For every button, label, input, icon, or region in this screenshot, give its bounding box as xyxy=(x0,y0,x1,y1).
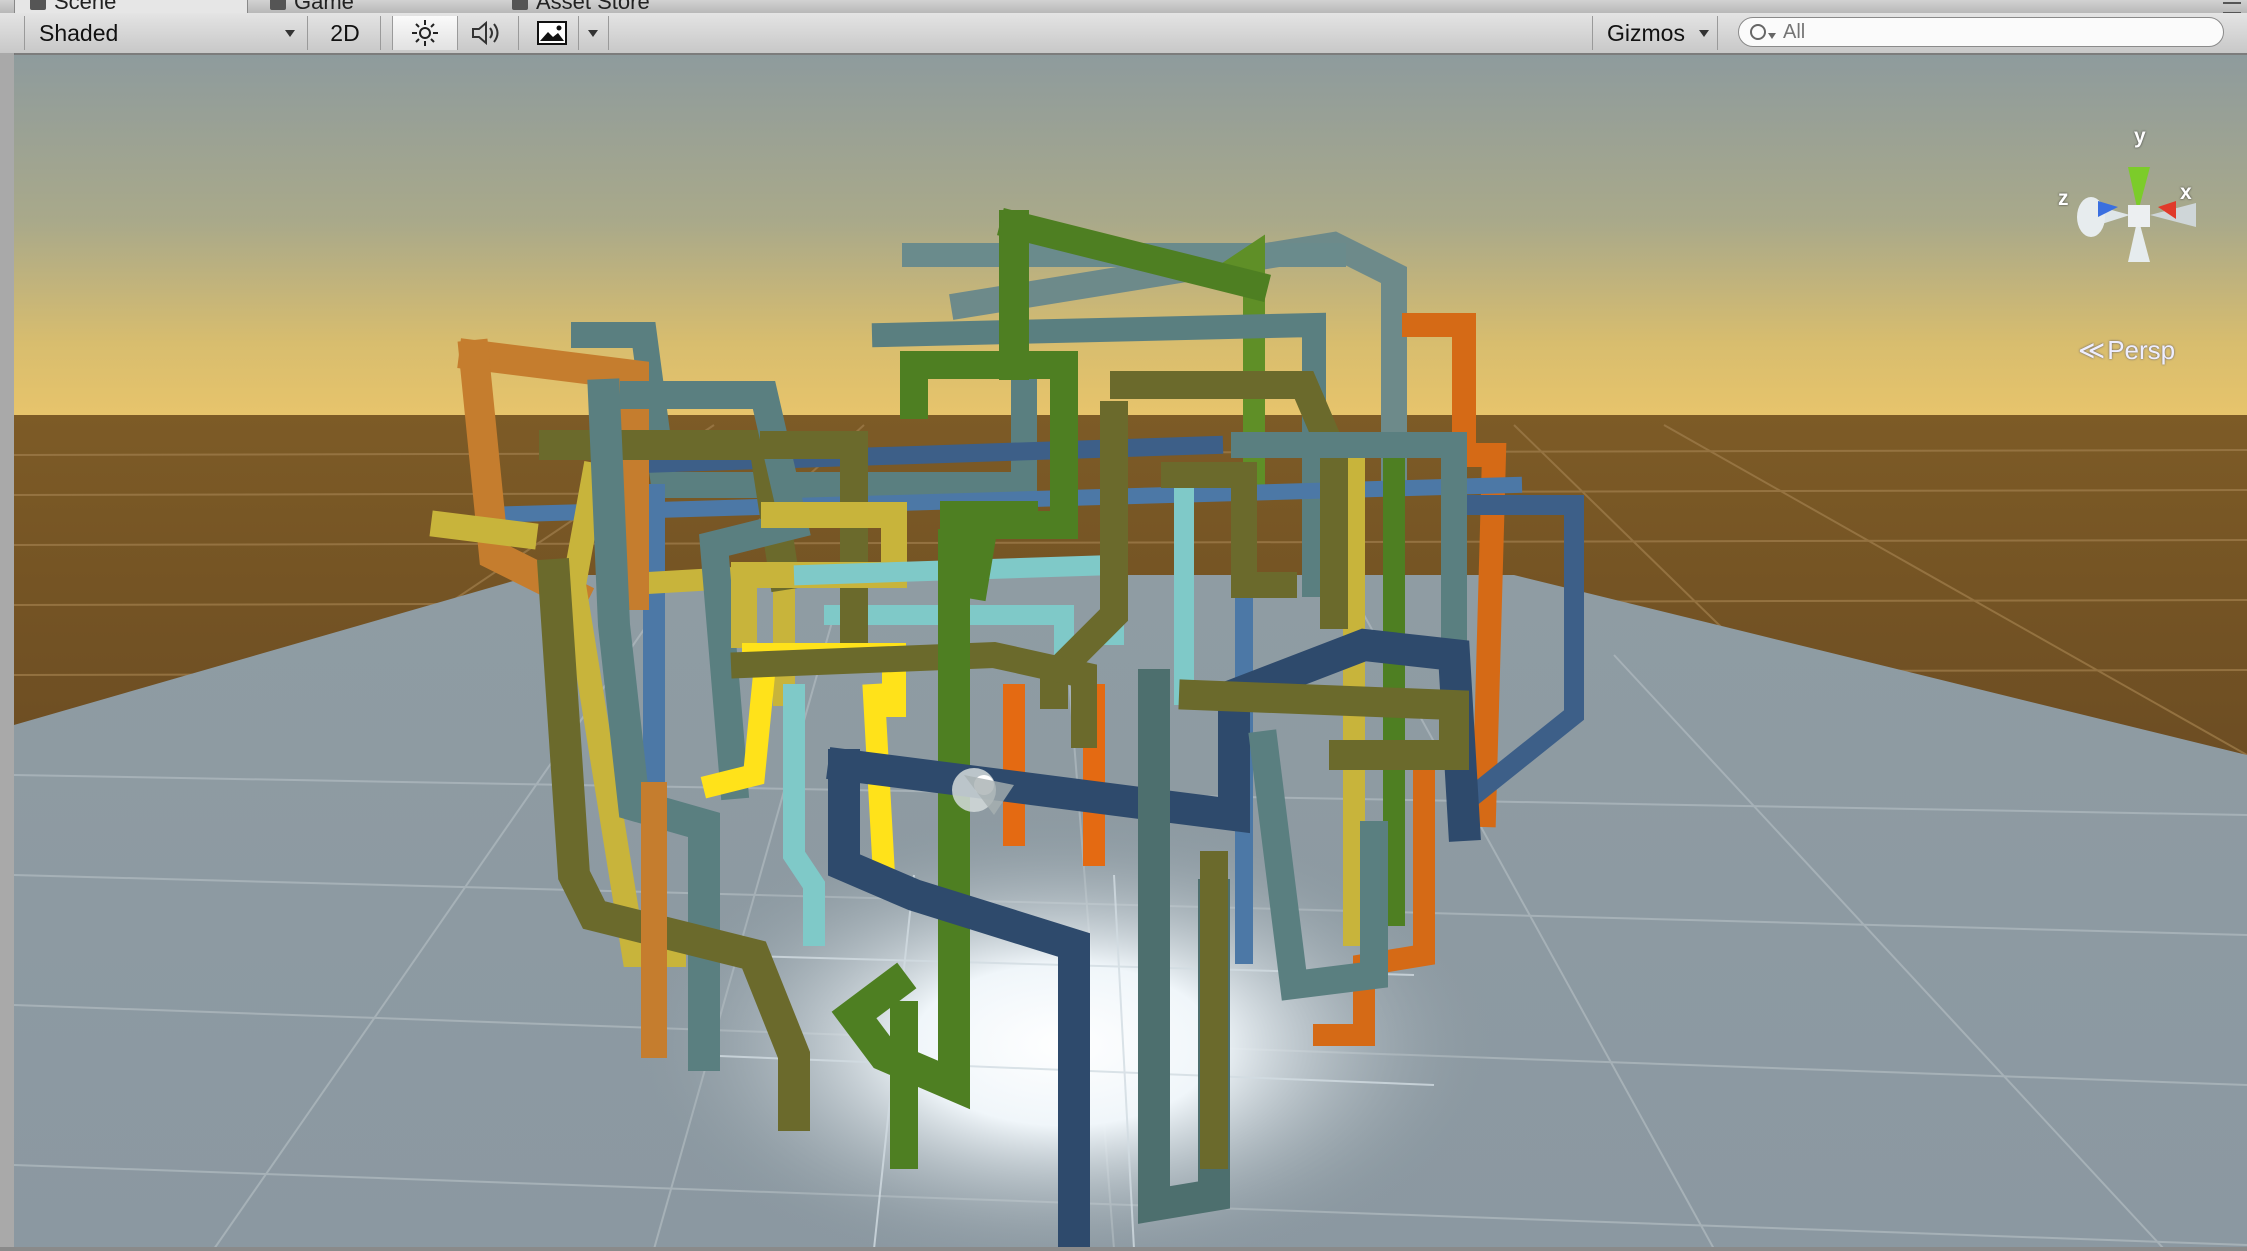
shading-mode-dropdown[interactable]: Shaded xyxy=(24,16,308,50)
tab-game[interactable]: Game xyxy=(270,0,354,14)
search-icon xyxy=(1750,24,1766,40)
2d-mode-label: 2D xyxy=(330,19,360,46)
image-icon xyxy=(537,21,567,45)
gizmo-z-label: z xyxy=(2058,187,2069,210)
gizmos-label: Gizmos xyxy=(1607,19,1685,46)
search-input[interactable] xyxy=(1738,17,2224,47)
chevron-down-icon xyxy=(1699,30,1709,37)
scene-render xyxy=(14,55,2247,1249)
gizmos-dropdown[interactable]: Gizmos xyxy=(1592,16,1718,50)
tab-scene-label: Scene xyxy=(54,0,117,14)
tab-scene[interactable]: Scene xyxy=(30,0,117,14)
asset-store-tab-icon xyxy=(512,0,528,11)
axis-gizmo-icon xyxy=(2077,167,2196,262)
chevron-down-icon xyxy=(285,30,295,37)
sun-icon xyxy=(412,20,438,46)
game-tab-icon xyxy=(270,0,286,11)
scene-toolbar: Shaded 2D Gizmos All xyxy=(0,13,2247,55)
scene-audio-toggle[interactable] xyxy=(456,16,519,50)
gizmo-x-label: x xyxy=(2180,181,2192,204)
viewport-bottom-edge xyxy=(0,1247,2247,1251)
tab-asset-store[interactable]: Asset Store xyxy=(512,0,650,14)
shading-mode-label: Shaded xyxy=(39,19,119,46)
speaker-icon xyxy=(472,20,499,46)
effects-dropdown-button[interactable] xyxy=(578,16,609,50)
tab-game-label: Game xyxy=(294,0,354,14)
scene-effects-toggle[interactable] xyxy=(526,16,579,50)
chevron-down-icon xyxy=(588,29,598,37)
tab-asset-store-label: Asset Store xyxy=(536,0,650,14)
viewport-left-frame xyxy=(0,53,15,1251)
chevron-left-icon: ≪ xyxy=(2078,335,2106,365)
search-filter-caret-icon xyxy=(1768,33,1776,39)
scene-tab-icon xyxy=(30,0,46,11)
scene-viewport[interactable]: y x z ≪Persp xyxy=(14,55,2247,1249)
projection-label: Persp xyxy=(2107,335,2176,365)
tab-strip: Scene Game Asset Store xyxy=(0,0,2247,14)
2d-mode-toggle[interactable]: 2D xyxy=(310,16,381,50)
projection-toggle[interactable]: ≪Persp xyxy=(2078,335,2175,366)
orientation-gizmo[interactable]: y x z xyxy=(2046,125,2236,307)
gizmo-y-label: y xyxy=(2134,125,2146,148)
scene-window: Scene Game Asset Store Shaded 2D Gizmos … xyxy=(0,0,2247,1251)
scene-lighting-toggle[interactable] xyxy=(392,16,458,50)
